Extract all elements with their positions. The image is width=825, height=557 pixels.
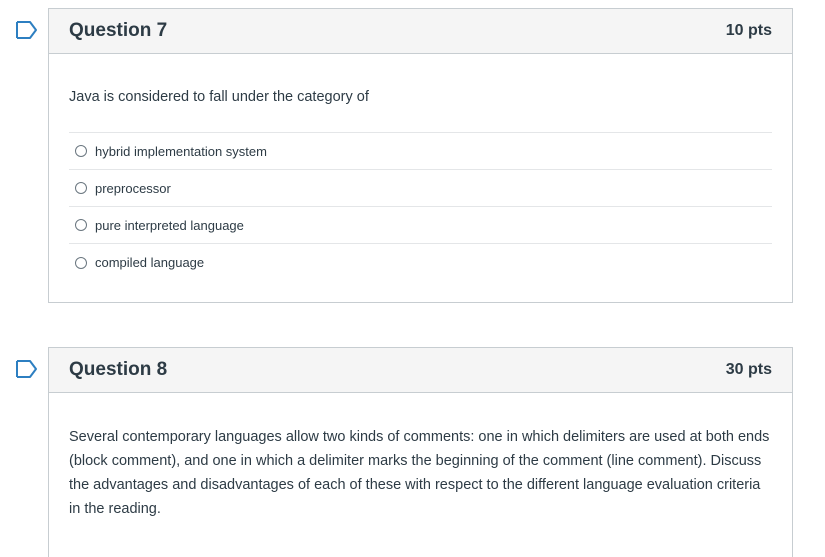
question-header: Question 7 10 pts bbox=[49, 9, 792, 54]
answer-option[interactable]: preprocessor bbox=[69, 170, 772, 207]
question-7-card: Question 7 10 pts Java is considered to … bbox=[48, 8, 793, 303]
answer-option[interactable]: pure interpreted language bbox=[69, 207, 772, 244]
question-body: Java is considered to fall under the cat… bbox=[49, 54, 792, 281]
answer-option[interactable]: compiled language bbox=[69, 244, 772, 281]
flag-icon[interactable] bbox=[14, 20, 40, 40]
question-body: Several contemporary languages allow two… bbox=[49, 393, 792, 521]
question-title: Question 7 bbox=[69, 20, 168, 41]
answer-option[interactable]: hybrid implementation system bbox=[69, 133, 772, 170]
question-points: 30 pts bbox=[725, 361, 772, 378]
answer-label: preprocessor bbox=[95, 180, 171, 196]
answer-list: hybrid implementation system preprocesso… bbox=[69, 132, 772, 281]
question-prompt: Several contemporary languages allow two… bbox=[69, 429, 770, 517]
question-prompt: Java is considered to fall under the cat… bbox=[69, 89, 369, 105]
radio-button[interactable] bbox=[75, 219, 87, 231]
question-title: Question 8 bbox=[69, 359, 168, 380]
radio-button[interactable] bbox=[75, 182, 87, 194]
answer-label: pure interpreted language bbox=[95, 217, 244, 233]
radio-button[interactable] bbox=[75, 256, 87, 269]
answer-label: compiled language bbox=[95, 255, 205, 270]
flag-icon[interactable] bbox=[14, 359, 40, 379]
radio-button[interactable] bbox=[75, 145, 87, 157]
question-header: Question 8 30 pts bbox=[49, 348, 792, 393]
answer-label: hybrid implementation system bbox=[95, 143, 267, 159]
question-points: 10 pts bbox=[725, 22, 772, 39]
question-8-card: Question 8 30 pts Several contemporary l… bbox=[48, 347, 793, 557]
